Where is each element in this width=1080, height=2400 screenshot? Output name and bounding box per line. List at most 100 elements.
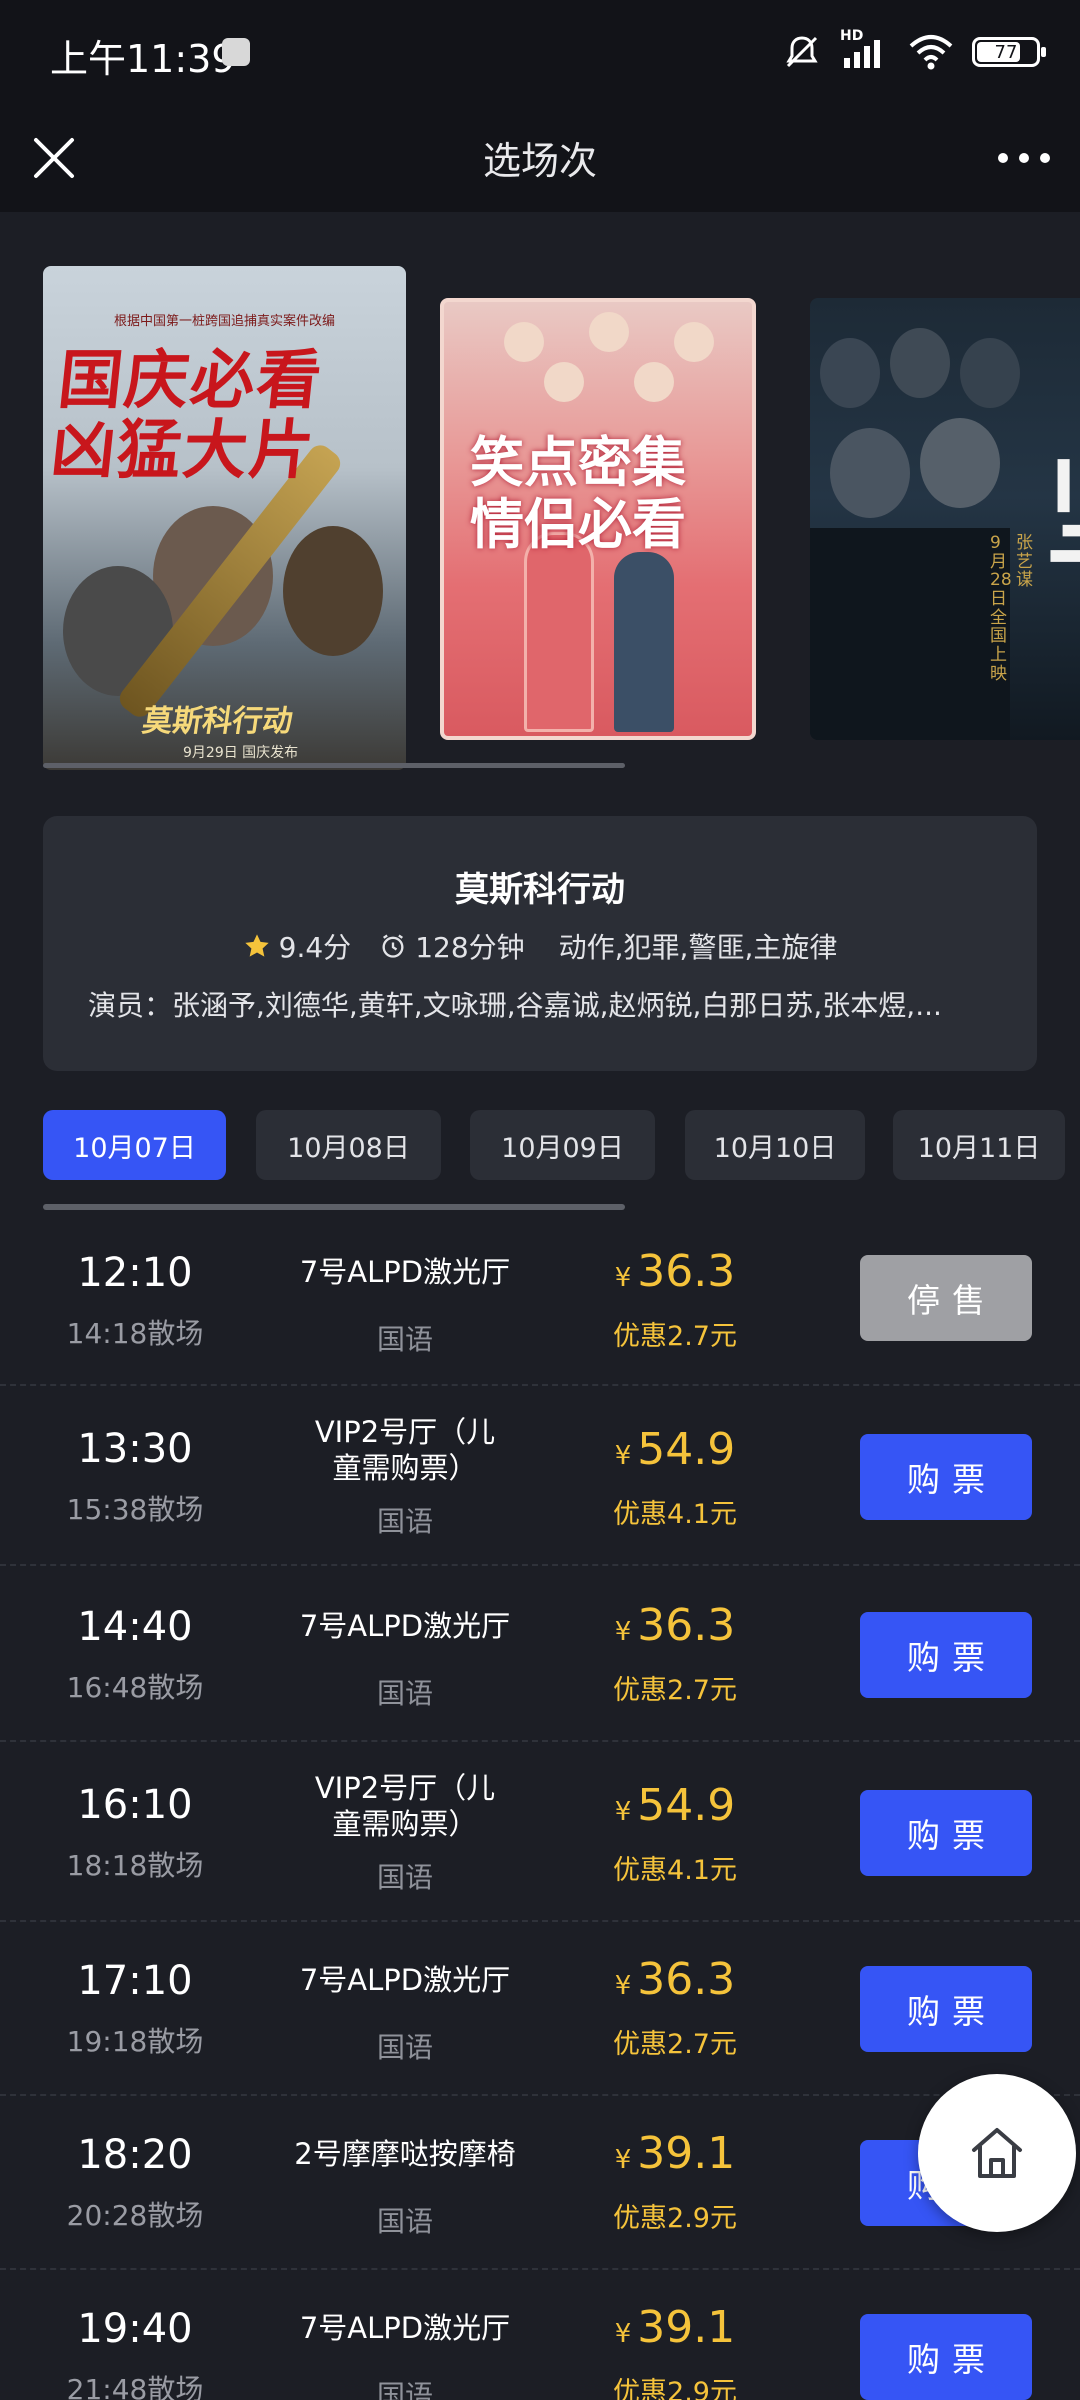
duration: 128分钟 bbox=[379, 926, 525, 966]
buy-ticket-button[interactable]: 购票 bbox=[860, 1966, 1032, 2052]
hall-name: 7号ALPD激光厅 bbox=[299, 2311, 511, 2345]
signal-icon: HD bbox=[840, 28, 890, 72]
currency-symbol: ¥ bbox=[614, 1797, 632, 1827]
end-time: 16:48散场 bbox=[66, 1671, 204, 1704]
currency-symbol: ¥ bbox=[614, 1971, 632, 2001]
end-time: 21:48散场 bbox=[66, 2373, 204, 2400]
date-tab[interactable]: 10月10日 bbox=[685, 1110, 865, 1180]
buy-ticket-button[interactable]: 购票 bbox=[860, 1434, 1032, 1520]
clock-icon bbox=[382, 934, 404, 958]
price-value: 36.3 bbox=[637, 1600, 736, 1651]
start-time: 12:10 bbox=[77, 1250, 193, 1296]
movie-meta: 9.4分 128分钟 动作,犯罪,警匪,主旋律 bbox=[43, 926, 1037, 966]
status-time: 上午11:39 bbox=[50, 37, 236, 81]
duration-value: 128分钟 bbox=[415, 931, 525, 964]
date-scroll-indicator bbox=[43, 1204, 625, 1210]
start-time: 14:40 bbox=[77, 1604, 193, 1650]
poster-scroll-indicator bbox=[43, 763, 625, 768]
showtime-row: 18:20 20:28散场 2号摩摩哒按摩椅 国语 ¥39.1 优惠2.9元 购… bbox=[0, 2096, 1080, 2270]
poster-headline: 国庆必看 凶猛大片 bbox=[47, 344, 327, 489]
cast-list: 演员：张涵予,刘德华,黄轩,文咏珊,谷嘉诚,赵炳锐,白那日苏,张本煜,... bbox=[88, 989, 942, 1022]
language: 国语 bbox=[376, 1323, 433, 1356]
price-value: 39.1 bbox=[637, 2128, 736, 2179]
hall-name: 2号摩摩哒按摩椅 bbox=[294, 2137, 516, 2171]
start-time: 13:30 bbox=[77, 1426, 193, 1472]
movie-title: 莫斯科行动 bbox=[455, 870, 625, 910]
end-time: 18:18散场 bbox=[66, 1849, 204, 1882]
end-time: 20:28散场 bbox=[66, 2199, 204, 2232]
currency-symbol: ¥ bbox=[614, 1263, 632, 1293]
star-icon bbox=[244, 934, 269, 957]
poster-drama[interactable]: 张艺谋 9月28日全国上映 坚 bbox=[810, 298, 1080, 740]
nav-bar: 选场次 bbox=[0, 104, 1080, 212]
language: 国语 bbox=[376, 2205, 433, 2238]
poster-headline: 笑点密集 情侣必看 bbox=[470, 431, 686, 557]
discount: 优惠2.9元 bbox=[613, 2203, 737, 2234]
poster-comedy[interactable]: 笑点密集 情侣必看 bbox=[440, 298, 756, 740]
price: ¥39.1 bbox=[560, 2302, 790, 2353]
poster-carousel[interactable]: 根据中国第一桩跨国追捕真实案件改编 国庆必看 凶猛大片 莫斯科行动 9月29日 … bbox=[0, 212, 1080, 792]
discount: 优惠2.7元 bbox=[613, 2029, 737, 2060]
poster-moscow-mission[interactable]: 根据中国第一桩跨国追捕真实案件改编 国庆必看 凶猛大片 莫斯科行动 9月29日 … bbox=[43, 266, 406, 770]
notification-icon bbox=[222, 38, 250, 66]
language: 国语 bbox=[376, 1861, 433, 1894]
hall-name: VIP2号厅（儿童需购票） bbox=[314, 1415, 496, 1486]
hall-name: 7号ALPD激光厅 bbox=[299, 1609, 511, 1643]
currency-symbol: ¥ bbox=[614, 2145, 632, 2175]
home-button[interactable] bbox=[918, 2074, 1076, 2232]
rating: 9.4分 bbox=[243, 926, 352, 966]
currency-symbol: ¥ bbox=[614, 2319, 632, 2349]
buy-ticket-button[interactable]: 购票 bbox=[860, 2314, 1032, 2400]
wifi-icon bbox=[909, 35, 953, 70]
language: 国语 bbox=[376, 2031, 433, 2064]
price-value: 54.9 bbox=[637, 1780, 736, 1831]
poster-caption: 根据中国第一桩跨国追捕真实案件改编 bbox=[113, 314, 335, 329]
start-time: 19:40 bbox=[77, 2306, 193, 2352]
status-bar: 上午11:39 HD 77 bbox=[0, 0, 1080, 104]
showtime-row: 12:10 14:18散场 7号ALPD激光厅 国语 ¥36.3 优惠2.7元 … bbox=[0, 1220, 1080, 1386]
poster-headline: 坚 bbox=[1046, 448, 1080, 580]
price-value: 36.3 bbox=[637, 1246, 736, 1297]
discount: 优惠2.7元 bbox=[613, 1321, 737, 1352]
price-value: 36.3 bbox=[637, 1954, 736, 2005]
buy-ticket-button[interactable]: 购票 bbox=[860, 1790, 1032, 1876]
price: ¥36.3 bbox=[560, 1954, 790, 2005]
mute-bell-icon bbox=[786, 36, 818, 68]
poster-release-date: 9月28日全国上映 bbox=[990, 533, 1012, 684]
end-time: 19:18散场 bbox=[66, 2025, 204, 2058]
end-time: 15:38散场 bbox=[66, 1493, 204, 1526]
hall-name: VIP2号厅（儿童需购票） bbox=[314, 1771, 496, 1842]
date-tab[interactable]: 10月08日 bbox=[256, 1110, 441, 1180]
price: ¥39.1 bbox=[560, 2128, 790, 2179]
buy-ticket-button[interactable]: 购票 bbox=[860, 1612, 1032, 1698]
language: 国语 bbox=[376, 1505, 433, 1538]
date-tabs: 10月07日 10月08日 10月09日 10月10日 10月11日 bbox=[0, 1110, 1080, 1190]
status-icons: HD 77 bbox=[782, 28, 1046, 74]
currency-symbol: ¥ bbox=[614, 1441, 632, 1471]
showtime-row: 14:40 16:48散场 7号ALPD激光厅 国语 ¥36.3 优惠2.7元 … bbox=[0, 1566, 1080, 1742]
currency-symbol: ¥ bbox=[614, 1617, 632, 1647]
discount: 优惠2.7元 bbox=[613, 1675, 737, 1706]
discount: 优惠4.1元 bbox=[613, 1855, 737, 1886]
start-time: 18:20 bbox=[77, 2132, 193, 2178]
rating-value: 9.4分 bbox=[278, 931, 352, 964]
date-tab[interactable]: 10月11日 bbox=[893, 1110, 1065, 1180]
showtime-row: 17:10 19:18散场 7号ALPD激光厅 国语 ¥36.3 优惠2.7元 … bbox=[0, 1922, 1080, 2096]
language: 国语 bbox=[376, 1677, 433, 1710]
sale-closed-button[interactable]: 停售 bbox=[860, 1255, 1032, 1341]
more-options-icon[interactable] bbox=[998, 144, 1050, 172]
showtime-row: 19:40 21:48散场 7号ALPD激光厅 国语 ¥39.1 优惠2.9元 … bbox=[0, 2270, 1080, 2400]
date-tab[interactable]: 10月09日 bbox=[470, 1110, 655, 1180]
hall-name: 7号ALPD激光厅 bbox=[299, 1255, 511, 1289]
start-time: 16:10 bbox=[77, 1782, 193, 1828]
start-time: 17:10 bbox=[77, 1958, 193, 2004]
date-tab[interactable]: 10月07日 bbox=[43, 1110, 226, 1180]
discount: 优惠4.1元 bbox=[613, 1499, 737, 1530]
price-value: 54.9 bbox=[637, 1424, 736, 1475]
price: ¥36.3 bbox=[560, 1246, 790, 1297]
page-title: 选场次 bbox=[482, 139, 597, 183]
end-time: 14:18散场 bbox=[66, 1317, 204, 1350]
home-icon bbox=[972, 2128, 1022, 2178]
poster-date: 9月29日 国庆发布 bbox=[183, 745, 299, 761]
poster-credit: 张艺谋 bbox=[1016, 533, 1033, 591]
